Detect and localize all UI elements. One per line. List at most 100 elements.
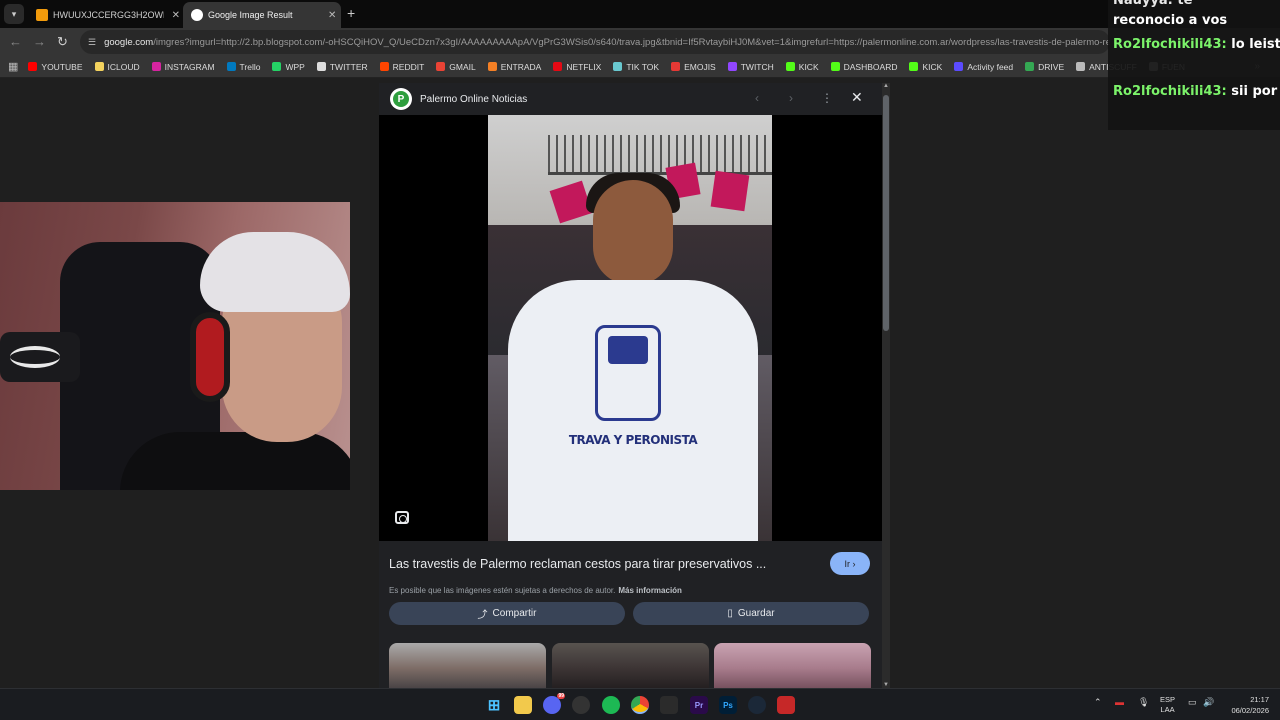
new-tab-button[interactable]: + [347,5,355,21]
bookmark-item[interactable]: ICLOUD [94,62,140,72]
steam-icon[interactable] [748,696,766,714]
chat-text: sii por ti [1231,84,1280,99]
streamer-hair [200,232,350,312]
file-explorer-icon[interactable] [514,696,532,714]
bookmark-item[interactable]: NETFLIX [553,62,601,72]
back-icon[interactable]: ← [9,34,22,49]
clock-time: 21:17 [1250,695,1269,704]
chat-text: reconocio a vos [1113,13,1228,28]
language-code: ESP [1160,695,1176,704]
bookmark-item[interactable]: TIK TOK [613,62,659,72]
headset [190,312,230,402]
windows-start-icon[interactable]: ⊞ [485,696,503,714]
visit-button[interactable]: Ir › [830,552,870,575]
volume-icon[interactable]: 🔊 [1203,697,1214,708]
spotify-icon[interactable] [602,696,620,714]
bookmark-item[interactable]: KICK [909,62,942,72]
webcam-overlay [0,202,350,490]
apps-grid-icon[interactable]: ▦ [8,60,18,73]
scroll-up-arrow[interactable]: ▲ [882,83,890,89]
tab-hwuux[interactable]: HWUUXJCCERGG3H2OWBUU2 ✕ [28,2,180,28]
google-icon [191,9,203,21]
bookmark-item[interactable]: ENTRADA [487,62,541,72]
bookmark-favicon-icon [613,62,623,71]
preview-image-area[interactable]: TRAVA Y PERONISTA [379,115,882,541]
bookmark-item[interactable]: DRIVE [1025,62,1064,72]
tab-google-image-result[interactable]: Google Image Result ✕ [183,2,341,28]
photo-subject-face [593,180,673,285]
bookmark-label: NETFLIX [566,61,602,72]
chair-logo [0,332,80,382]
tray-app-icon[interactable]: ▬ [1115,697,1124,707]
site-settings-icon[interactable]: ☰ [88,37,96,48]
bookmark-favicon-icon [1025,62,1035,71]
source-name[interactable]: Palermo Online Noticias [420,94,527,105]
bookmark-item[interactable]: YOUTUBE [28,61,83,72]
scrollbar-thumb[interactable] [883,95,889,331]
obs-icon[interactable] [572,696,590,714]
bookmark-label: YOUTUBE [41,61,83,72]
address-bar[interactable]: ☰ google.com/imgres?imgurl=http://2.bp.b… [80,30,1110,54]
url-host: google.com [104,36,154,48]
more-options-icon[interactable]: ⋮ [821,91,833,105]
save-button[interactable]: ▯ Guardar [633,602,869,625]
bookmark-label: DRIVE [1038,61,1065,72]
bookmark-favicon-icon [830,62,840,71]
share-button[interactable]: ⤴ Compartir [389,602,625,625]
system-clock[interactable]: 21:17 06/02/2026 [1225,694,1269,716]
bookmark-label: KICK [798,61,819,72]
bookmark-item[interactable]: EMOJIS [671,62,716,72]
preview-photo: TRAVA Y PERONISTA [488,115,772,541]
related-image-thumbnail[interactable] [389,643,546,688]
source-logo-letter: P [393,91,409,107]
source-logo[interactable]: P [390,88,412,110]
tab-search-button[interactable]: ▾ [4,4,24,24]
save-label: Guardar [737,608,775,619]
bookmark-label: Activity feed [967,61,1014,72]
bookmark-favicon-icon [379,62,389,71]
previous-icon[interactable]: ‹ [755,91,759,105]
premiere-pro-icon[interactable]: Pr [690,696,708,714]
bookmark-item[interactable]: DASHBOARD [830,62,897,72]
bookmark-item[interactable]: GMAIL [436,61,476,72]
capture-app-icon[interactable] [660,696,678,714]
google-lens-icon[interactable] [395,511,409,524]
more-info-link[interactable]: Más información [618,586,682,595]
bookmark-item[interactable]: TWITCH [727,62,774,72]
bookmark-item[interactable]: INSTAGRAM [151,62,215,72]
microphone-icon[interactable]: 🎙 [1138,697,1149,708]
input-language[interactable]: ESP LAA [1160,695,1175,715]
network-icon[interactable]: ▭ [1188,697,1197,708]
bookmark-item[interactable]: TWITTER [316,62,368,72]
forward-icon[interactable]: → [33,34,46,49]
reload-icon[interactable]: ↻ [57,34,68,50]
chrome-icon[interactable] [631,696,649,714]
close-icon[interactable]: ✕ [328,10,336,21]
related-image-thumbnail[interactable] [552,643,709,688]
tray-overflow-icon[interactable]: ⌃ [1094,697,1102,708]
close-icon[interactable]: ✕ [851,89,863,106]
tab-strip: ▾ HWUUXJCCERGG3H2OWBUU2 ✕ Google Image R… [0,0,1280,28]
photo-flag [710,170,750,212]
keyboard-layout: LAA [1160,705,1175,714]
bookmark-item[interactable]: KICK [785,61,819,72]
bookmark-favicon-icon [316,62,326,71]
viewer-scrollbar[interactable]: ▲ ▼ [882,83,890,688]
bookmark-favicon-icon [954,62,964,71]
bookmark-item[interactable]: WPP [272,62,305,72]
bookmark-label: GMAIL [449,61,476,72]
bookmark-item[interactable]: Activity feed [954,62,1013,72]
share-icon: ⤴ [477,610,488,621]
share-label: Compartir [492,608,537,619]
image-title[interactable]: Las travestis de Palermo reclaman cestos… [389,557,766,571]
bookmark-label: KICK [922,61,943,72]
related-image-thumbnail[interactable] [714,643,871,688]
discord-icon[interactable]: 99 [543,693,565,714]
bookmark-item[interactable]: Trello [226,62,260,72]
game-app-icon[interactable] [777,696,795,714]
chat-message: Ro2lfochikili43: lo leiste mal [1113,33,1280,57]
photoshop-icon[interactable]: Ps [719,696,737,714]
close-icon[interactable]: ✕ [172,10,180,21]
next-icon[interactable]: › [789,91,793,105]
bookmark-item[interactable]: REDDIT [379,62,424,72]
